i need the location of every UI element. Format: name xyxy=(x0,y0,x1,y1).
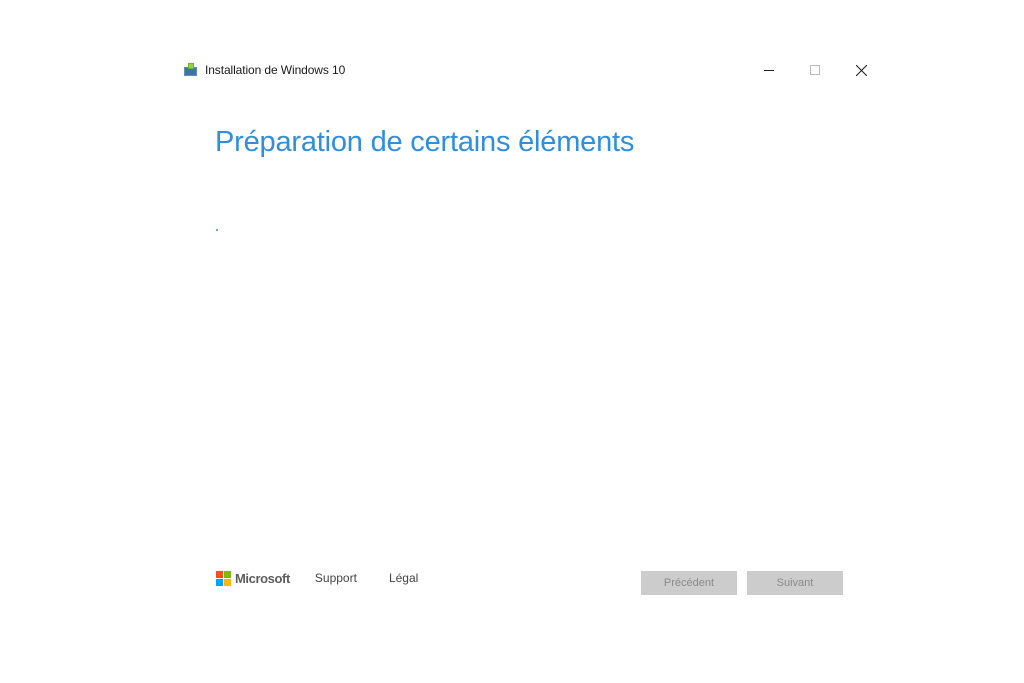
next-button[interactable]: Suivant xyxy=(747,571,843,595)
windows-setup-icon xyxy=(183,63,199,77)
minimize-button[interactable] xyxy=(746,56,792,84)
window-controls xyxy=(746,56,884,84)
legal-link[interactable]: Légal xyxy=(389,571,418,585)
navigation-buttons: Précédent Suivant xyxy=(641,571,843,595)
title-bar: Installation de Windows 10 xyxy=(183,58,345,82)
window-title: Installation de Windows 10 xyxy=(205,63,346,77)
maximize-icon xyxy=(810,65,820,75)
setup-window: Installation de Windows 10 Préparation d… xyxy=(0,0,1024,683)
microsoft-logo-icon xyxy=(216,570,231,586)
back-button[interactable]: Précédent xyxy=(641,571,737,595)
footer-links: Microsoft Support Légal xyxy=(216,568,450,588)
microsoft-wordmark: Microsoft xyxy=(235,570,290,586)
support-link[interactable]: Support xyxy=(315,571,357,585)
progress-indicator xyxy=(216,229,218,231)
maximize-button xyxy=(792,56,838,84)
microsoft-logo[interactable]: Microsoft xyxy=(216,570,290,586)
close-icon xyxy=(855,64,867,76)
page-title: Préparation de certains éléments xyxy=(215,126,635,158)
minimize-icon xyxy=(764,70,774,71)
close-button[interactable] xyxy=(838,56,884,84)
